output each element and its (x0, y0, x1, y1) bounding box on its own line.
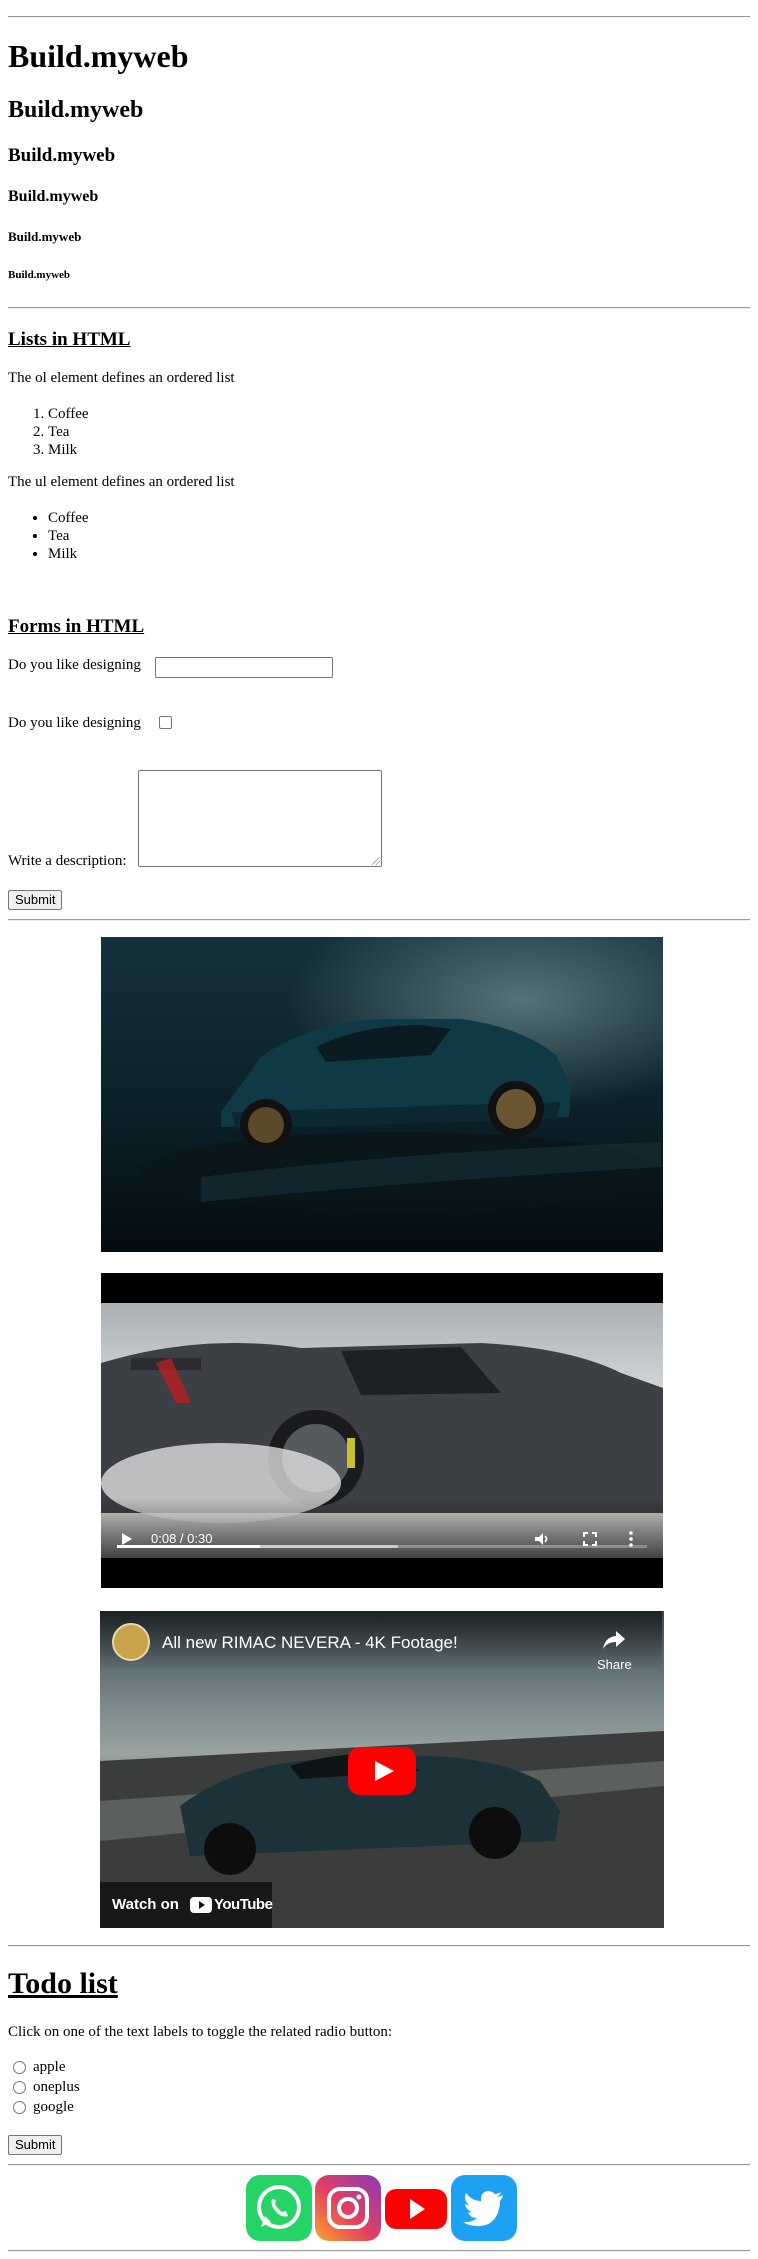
channel-avatar[interactable] (112, 1623, 150, 1661)
heading-3: Build.myweb (8, 145, 116, 166)
ul-intro-text: The ul element defines an ordered list (8, 474, 235, 490)
divider-headings (8, 307, 750, 309)
car-image (101, 937, 663, 1252)
heading-6: Build.myweb (8, 269, 71, 281)
todo-instructions: Click on one of the text labels to toggl… (8, 2024, 393, 2040)
resize-grip-icon[interactable] (372, 857, 380, 865)
list-item: Milk (48, 441, 89, 459)
list-item: Milk (48, 545, 89, 563)
youtube-logo-icon (190, 1897, 212, 1913)
video-controls-overlay (101, 1498, 663, 1558)
youtube-icon[interactable] (383, 2175, 449, 2241)
description-textarea[interactable] (138, 770, 382, 867)
lists-section-title: Lists in HTML (8, 329, 131, 350)
description-label: Write a description: (8, 853, 127, 869)
unordered-list: Coffee Tea Milk (8, 509, 89, 563)
top-divider (8, 16, 750, 18)
heading-4: Build.myweb (8, 188, 99, 205)
radio-google[interactable] (13, 2101, 26, 2114)
list-item: Coffee (48, 509, 89, 527)
heading-1: Build.myweb (8, 38, 189, 74)
forms-section-title: Forms in HTML (8, 616, 145, 637)
design-text-label: Do you like designing (8, 657, 141, 673)
radio-oneplus[interactable] (13, 2081, 26, 2094)
design-text-input[interactable] (155, 657, 333, 678)
video-progress-bar[interactable] (117, 1545, 647, 1548)
todo-title: Todo list (8, 1967, 118, 2000)
ordered-list: Coffee Tea Milk (8, 405, 89, 459)
watch-on-label: Watch on (112, 1896, 179, 1913)
bottom-divider (8, 2250, 750, 2252)
video-played-bar (117, 1545, 261, 1548)
youtube-play-button-icon[interactable] (348, 1747, 416, 1795)
radio-apple[interactable] (13, 2061, 26, 2074)
list-item: Coffee (48, 405, 89, 423)
divider-todo (8, 2164, 750, 2166)
share-icon[interactable] (602, 1629, 626, 1651)
radio-label-oneplus[interactable]: oneplus (33, 2079, 80, 2096)
heading-5: Build.myweb (8, 229, 82, 244)
list-item: Tea (48, 423, 89, 441)
radio-label-apple[interactable]: apple (33, 2059, 65, 2076)
design-checkbox[interactable] (159, 716, 172, 729)
video-time-display: 0:08 / 0:30 (151, 1531, 213, 1546)
list-item: Tea (48, 527, 89, 545)
video-player[interactable]: 0:08 / 0:30 (101, 1273, 663, 1588)
todo-submit-button[interactable]: Submit (8, 2135, 63, 2155)
divider-media (8, 1945, 750, 1947)
youtube-wordmark: YouTube (214, 1896, 273, 1913)
design-checkbox-label: Do you like designing (8, 715, 141, 731)
radio-label-google[interactable]: google (33, 2099, 74, 2116)
car-illustration (141, 1019, 661, 1212)
watch-on-youtube-button[interactable]: Watch on YouTube (100, 1882, 273, 1928)
twitter-icon[interactable] (451, 2175, 517, 2241)
divider-forms (8, 919, 750, 921)
heading-2: Build.myweb (8, 97, 144, 123)
ol-intro-text: The ol element defines an ordered list (8, 370, 235, 386)
whatsapp-icon[interactable] (246, 2175, 312, 2241)
form-submit-button[interactable]: Submit (8, 890, 63, 910)
share-label[interactable]: Share (597, 1657, 632, 1672)
youtube-embed[interactable]: All new RIMAC NEVERA - 4K Footage! Share… (100, 1611, 664, 1928)
youtube-video-title[interactable]: All new RIMAC NEVERA - 4K Footage! (162, 1633, 458, 1653)
instagram-icon[interactable] (315, 2175, 381, 2241)
